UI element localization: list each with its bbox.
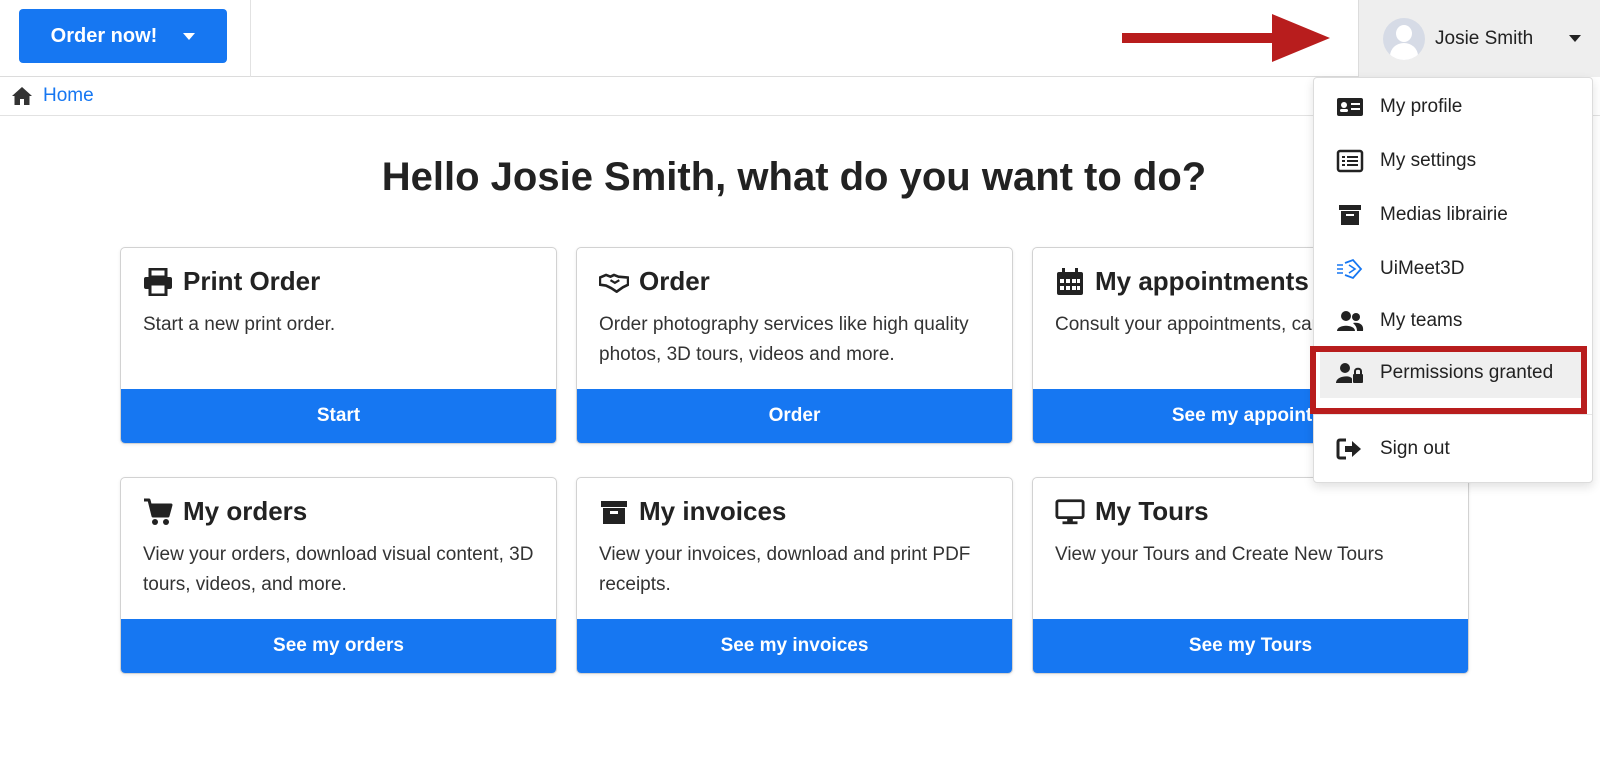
card-title: My appointments	[1095, 266, 1309, 296]
see-my-tours-button[interactable]: See my Tours	[1033, 619, 1468, 673]
handshake-icon	[599, 273, 629, 293]
card-my-orders: My orders View your orders, download vis…	[120, 477, 557, 674]
user-menu-toggle[interactable]: Josie Smith	[1358, 0, 1600, 77]
archive-icon	[601, 500, 627, 524]
card-my-invoices: My invoices View your invoices, download…	[576, 477, 1013, 674]
see-my-invoices-button[interactable]: See my invoices	[577, 619, 1012, 673]
top-navbar: Order now! Josie Smith	[0, 0, 1600, 77]
see-my-orders-button[interactable]: See my orders	[121, 619, 556, 673]
card-my-tours: My Tours View your Tours and Create New …	[1032, 477, 1469, 674]
card-description: Start a new print order.	[143, 314, 336, 335]
list-icon	[1336, 149, 1364, 173]
card-print-order: Print Order Start a new print order. Sta…	[120, 247, 557, 444]
menu-divider	[1314, 414, 1592, 415]
breadcrumb-home-link[interactable]: Home	[43, 85, 94, 107]
order-now-button[interactable]: Order now!	[19, 9, 227, 63]
order-button[interactable]: Order	[577, 389, 1012, 443]
menu-item-uimeet3d[interactable]: UiMeet3D	[1314, 244, 1592, 294]
home-icon	[12, 87, 32, 105]
card-description: Order photography services like high qua…	[599, 314, 969, 365]
menu-item-my-settings[interactable]: My settings	[1314, 136, 1592, 186]
printer-icon	[144, 267, 172, 296]
menu-item-label: My profile	[1380, 96, 1463, 117]
card-title: My invoices	[639, 496, 787, 526]
user-lock-icon	[1336, 363, 1363, 383]
menu-item-label: UiMeet3D	[1380, 258, 1465, 279]
uimeet3d-logo-icon	[1337, 258, 1363, 280]
id-card-icon	[1337, 98, 1363, 116]
user-dropdown-menu: My profile My settings Medias librairie …	[1313, 77, 1593, 483]
users-icon	[1337, 311, 1364, 331]
menu-item-my-teams[interactable]: My teams	[1314, 296, 1592, 346]
calendar-icon	[1057, 267, 1083, 295]
card-title: My Tours	[1095, 496, 1209, 526]
menu-item-sign-out[interactable]: Sign out	[1314, 424, 1592, 474]
card-description: View your orders, download visual conten…	[143, 544, 534, 595]
chevron-down-icon	[1569, 35, 1582, 42]
chevron-down-icon	[183, 32, 196, 40]
menu-item-label: Sign out	[1380, 438, 1450, 459]
sign-out-icon	[1336, 438, 1361, 460]
cart-icon	[144, 498, 173, 525]
menu-item-label: Medias librairie	[1380, 204, 1508, 225]
navbar-divider	[250, 0, 251, 77]
annotation-arrow-icon	[1122, 14, 1330, 62]
card-title: Print Order	[183, 266, 321, 296]
card-order: Order Order photography services like hi…	[576, 247, 1013, 444]
card-title: Order	[639, 266, 710, 296]
card-description: View your invoices, download and print P…	[599, 544, 971, 595]
avatar	[1383, 17, 1425, 60]
menu-item-label: Permissions granted	[1380, 362, 1554, 383]
user-name: Josie Smith	[1435, 27, 1534, 49]
monitor-icon	[1055, 498, 1085, 524]
order-now-label: Order now!	[50, 24, 158, 47]
menu-item-permissions-granted[interactable]: Permissions granted	[1320, 348, 1586, 398]
card-description: View your Tours and Create New Tours	[1055, 544, 1384, 565]
menu-item-medias-librairie[interactable]: Medias librairie	[1314, 190, 1592, 240]
menu-item-label: My teams	[1380, 310, 1463, 331]
menu-item-label: My settings	[1380, 150, 1477, 171]
archive-icon	[1339, 205, 1361, 225]
start-button[interactable]: Start	[121, 389, 556, 443]
menu-item-my-profile[interactable]: My profile	[1314, 82, 1592, 132]
card-title: My orders	[183, 496, 308, 526]
